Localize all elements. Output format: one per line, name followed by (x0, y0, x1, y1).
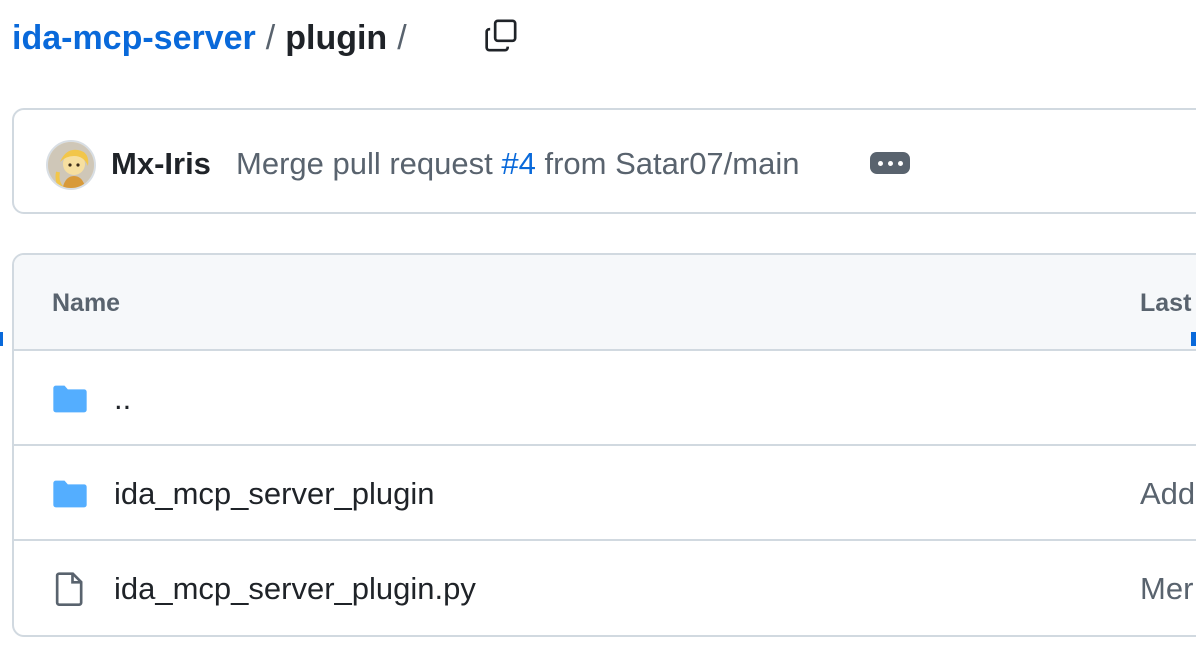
commit-message-prefix[interactable]: Merge pull request (236, 146, 493, 181)
commit-author-link[interactable]: Mx-Iris (111, 146, 211, 182)
edge-marker-left (0, 332, 3, 346)
table-row[interactable]: .. (14, 351, 1196, 446)
row-commit-message[interactable]: Add (1140, 476, 1195, 512)
copy-icon (485, 19, 517, 52)
latest-commit-box: Mx-Iris Merge pull request #4 from Satar… (12, 108, 1196, 214)
file-icon (55, 572, 83, 606)
row-name-link[interactable]: ida_mcp_server_plugin (114, 476, 435, 512)
commit-message-suffix[interactable]: from Satar07/main (544, 146, 799, 181)
breadcrumb-current: plugin (285, 18, 388, 57)
breadcrumb: ida-mcp-server / plugin / (12, 14, 417, 62)
copy-path-button[interactable] (476, 10, 526, 60)
row-name-link[interactable]: .. (114, 381, 131, 417)
table-header: Name Last (14, 255, 1196, 351)
commit-message[interactable]: Merge pull request #4 from Satar07/main (236, 146, 799, 182)
commit-pr-link[interactable]: #4 (501, 146, 535, 181)
commit-more-button[interactable] (870, 152, 910, 174)
avatar[interactable] (46, 140, 96, 190)
column-header-last-commit: Last (1140, 289, 1192, 317)
column-header-name: Name (52, 289, 121, 317)
ellipsis-icon (877, 160, 883, 166)
edge-marker-right (1191, 332, 1196, 346)
breadcrumb-repo-link[interactable]: ida-mcp-server (12, 19, 256, 58)
table-row[interactable]: ida_mcp_server_plugin Add (14, 446, 1196, 541)
breadcrumb-separator: / (265, 18, 276, 57)
folder-icon (53, 385, 87, 413)
row-commit-message[interactable]: Mer (1140, 571, 1193, 607)
breadcrumb-trailing-separator: / (397, 18, 407, 57)
table-row[interactable]: ida_mcp_server_plugin.py Mer (14, 541, 1196, 635)
avatar-image (48, 142, 94, 188)
file-table: Name Last .. ida_mcp_server_plugin Add i… (12, 253, 1196, 637)
folder-icon (53, 480, 87, 508)
row-name-link[interactable]: ida_mcp_server_plugin.py (114, 571, 476, 607)
